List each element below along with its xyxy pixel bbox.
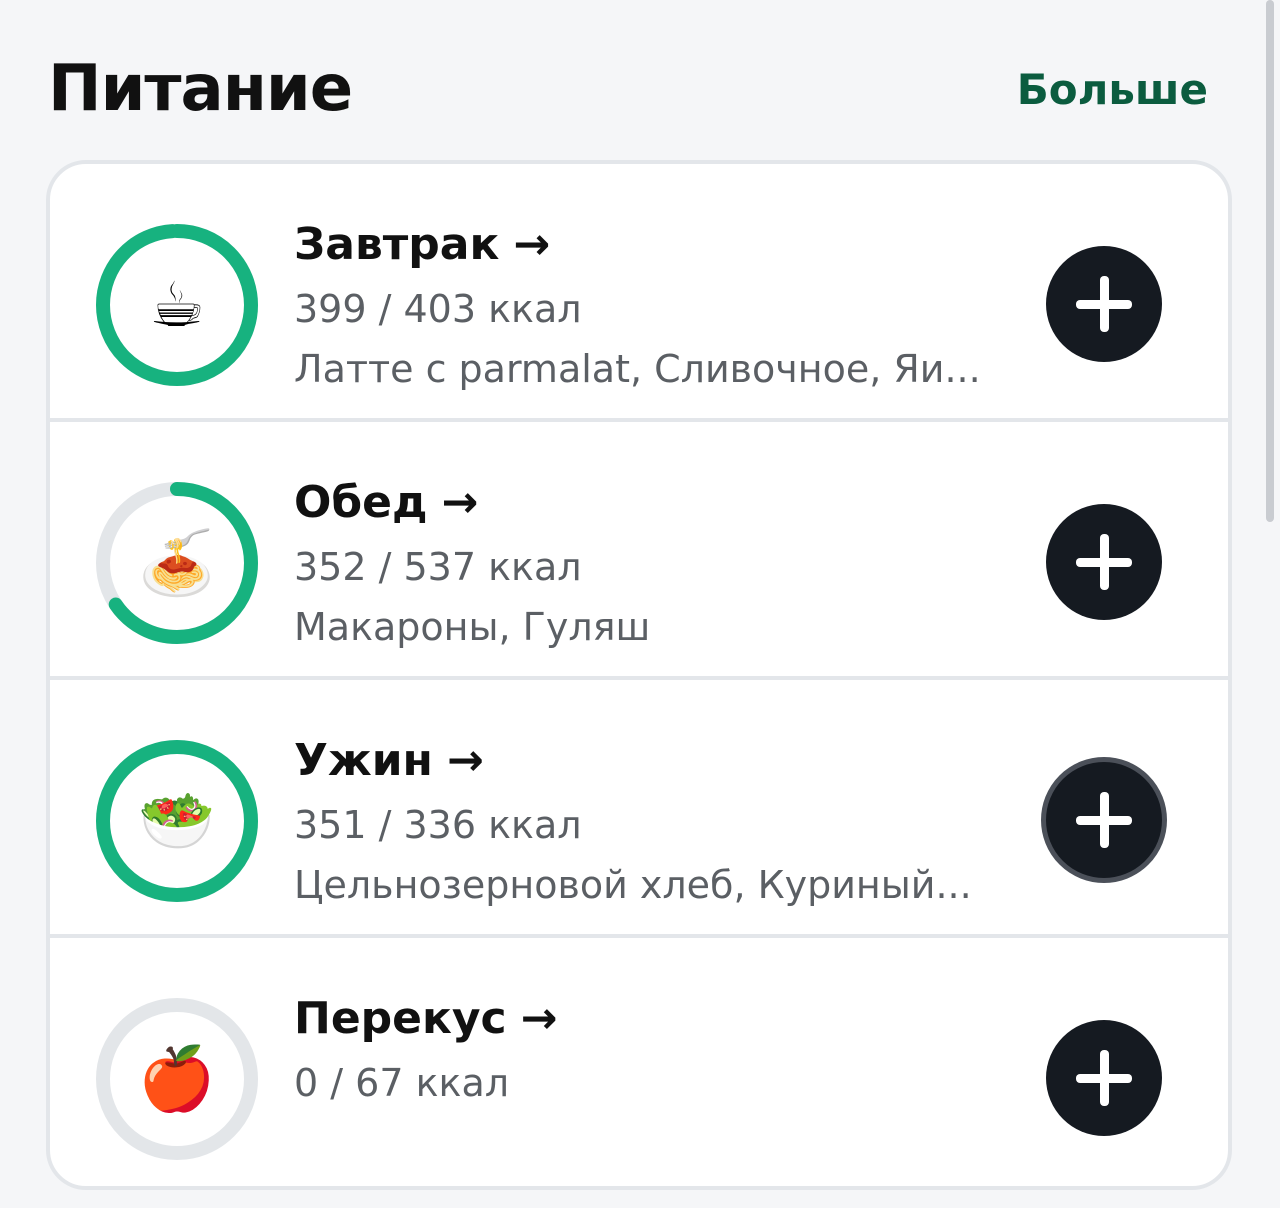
add-lunch-button[interactable] (1046, 504, 1162, 620)
scrollbar[interactable] (1266, 0, 1274, 522)
meal-items: Макароны, Гуляш (294, 605, 651, 649)
progress-ring: 🍎 (94, 996, 260, 1162)
meal-kcal: 352 / 537 ккал (294, 545, 582, 589)
plus-icon-vertical (1099, 276, 1109, 332)
progress-ring: 🍝 (94, 480, 260, 646)
add-breakfast-button[interactable] (1046, 246, 1162, 362)
plus-icon-vertical (1099, 792, 1109, 848)
more-link[interactable]: Больше (1017, 65, 1208, 114)
meal-row-snack[interactable]: 🍎 Перекус → 0 / 67 ккал (50, 938, 1228, 1186)
nutrition-header: Питание Больше (48, 44, 1208, 134)
progress-ring: ☕ (94, 222, 260, 388)
add-dinner-button[interactable] (1041, 757, 1167, 883)
arrow-right-icon: → (520, 993, 558, 1044)
plus-icon-vertical (1099, 534, 1109, 590)
arrow-right-icon: → (513, 219, 551, 270)
meal-row-lunch[interactable]: 🍝 Обед → 352 / 537 ккал Макароны, Гуляш (50, 422, 1228, 680)
meal-info: Ужин → 351 / 336 ккал Цельнозерновой хлеб… (294, 730, 988, 916)
meal-name: Обед (294, 477, 428, 528)
plus-icon-vertical (1099, 1050, 1109, 1106)
meal-info: Обед → 352 / 537 ккал Макароны, Гуляш (294, 472, 988, 658)
meals-card: ☕ Завтрак → 399 / 403 ккал Латте с parmal… (46, 160, 1232, 1190)
page-title: Питание (48, 52, 353, 126)
meal-kcal: 351 / 336 ккал (294, 803, 582, 847)
meal-name: Ужин (294, 735, 433, 786)
spaghetti-icon: 🍝 (138, 526, 216, 599)
progress-ring: 🥗 (94, 738, 260, 904)
arrow-right-icon: → (446, 735, 484, 786)
meal-name: Завтрак (294, 219, 500, 270)
meal-kcal: 0 / 67 ккал (294, 1061, 510, 1105)
meal-kcal: 399 / 403 ккал (294, 287, 582, 331)
meal-items: Латте с parmalat, Сливочное, Яи... (294, 347, 981, 391)
meal-items: Цельнозерновой хлеб, Куриный... (294, 863, 972, 907)
salad-icon: 🥗 (138, 784, 216, 857)
meal-title[interactable]: Обед → (294, 472, 988, 534)
meal-title[interactable]: Перекус → (294, 988, 988, 1050)
meal-row-dinner[interactable]: 🥗 Ужин → 351 / 336 ккал Цельнозерновой хл… (50, 680, 1228, 938)
meal-row-breakfast[interactable]: ☕ Завтрак → 399 / 403 ккал Латте с parmal… (50, 164, 1228, 422)
meal-title[interactable]: Ужин → (294, 730, 988, 792)
add-snack-button[interactable] (1046, 1020, 1162, 1136)
nutrition-screen: Питание Больше ☕ Завтрак → 399 / 403 ккал… (0, 0, 1280, 1208)
apple-icon: 🍎 (138, 1042, 216, 1115)
meal-title[interactable]: Завтрак → (294, 214, 988, 276)
meal-info: Завтрак → 399 / 403 ккал Латте с parmalat… (294, 214, 988, 400)
coffee-icon: ☕ (149, 268, 205, 341)
arrow-right-icon: → (441, 477, 479, 528)
meal-name: Перекус (294, 993, 507, 1044)
meal-info: Перекус → 0 / 67 ккал (294, 988, 988, 1112)
